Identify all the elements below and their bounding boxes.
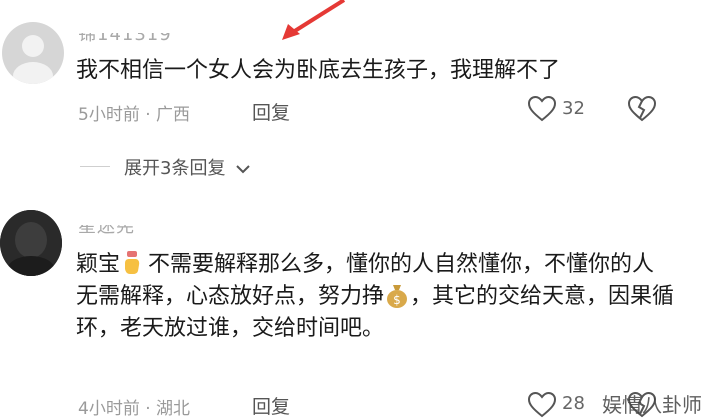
heart-outline-icon[interactable]	[528, 392, 556, 418]
watermark: 娱情八卦师	[602, 393, 702, 417]
avatar-image	[0, 210, 62, 276]
chevron-down-icon	[236, 165, 250, 174]
comment-text: 我不相信一个女人会为卧底去生孩子，我理解不了	[76, 58, 561, 83]
comment-text-prefix: 颖宝	[76, 252, 121, 277]
reply-button[interactable]: 回复	[252, 392, 290, 419]
gift-hand-emoji	[122, 251, 142, 275]
like-count: 32	[562, 98, 585, 119]
svg-text:$: $	[393, 293, 401, 307]
like-count: 28	[562, 393, 585, 414]
heart-outline-icon[interactable]	[528, 96, 556, 122]
comment-meta: 5小时前 · 广西	[78, 105, 191, 125]
red-pointer-arrow	[282, 0, 346, 40]
avatar[interactable]	[0, 210, 62, 276]
money-bag-emoji: $	[385, 282, 409, 308]
divider	[80, 166, 110, 167]
expand-replies-button[interactable]: 展开3条回复	[124, 154, 251, 180]
default-avatar-icon	[13, 35, 53, 84]
broken-heart-icon[interactable]	[628, 96, 656, 122]
username[interactable]: 星迷宪	[78, 225, 135, 238]
reply-button[interactable]: 回复	[252, 98, 290, 125]
comment-meta: 4小时前 · 湖北	[78, 399, 191, 419]
avatar[interactable]	[2, 22, 64, 84]
username[interactable]: 锦141319	[78, 33, 172, 46]
comment-text: 颖宝 不需要解释那么多，懂你的人自然懂你，不懂你的人无需解释，心态放好点，努力挣 $…	[76, 249, 676, 345]
expand-replies-label: 展开3条回复	[124, 158, 226, 179]
